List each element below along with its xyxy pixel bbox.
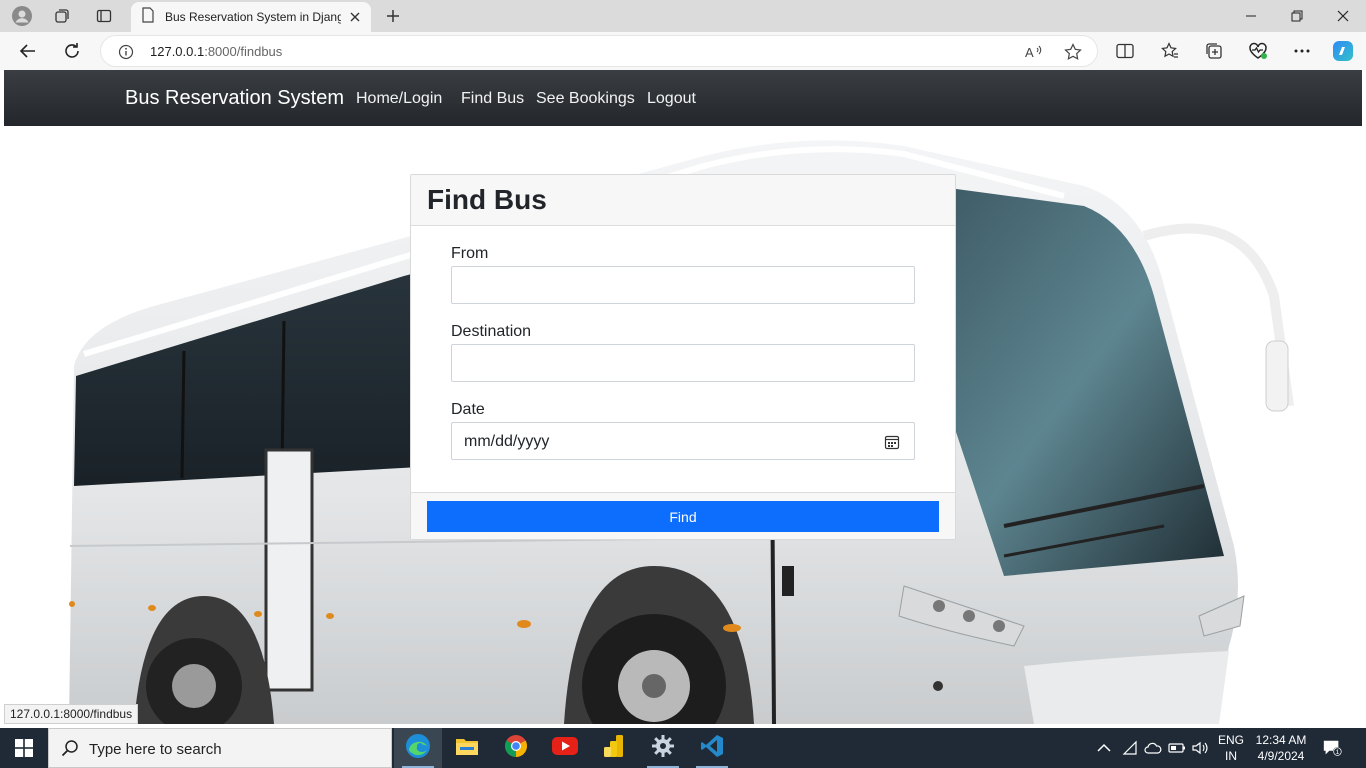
taskbar-vscode[interactable] bbox=[688, 728, 736, 768]
notifications-icon[interactable]: 1 bbox=[1322, 738, 1342, 758]
chevron-up-icon[interactable] bbox=[1094, 738, 1114, 758]
site-brand[interactable]: Bus Reservation System bbox=[125, 87, 344, 110]
page-title: Find Bus bbox=[427, 184, 547, 215]
info-icon[interactable] bbox=[115, 41, 137, 63]
nav-link-see-bookings[interactable]: See Bookings bbox=[536, 90, 635, 108]
volume-icon[interactable] bbox=[1191, 738, 1211, 758]
youtube-icon bbox=[552, 736, 578, 760]
new-tab-button[interactable] bbox=[380, 4, 406, 28]
calendar-icon[interactable] bbox=[884, 434, 900, 450]
page-icon bbox=[141, 6, 155, 28]
back-arrow-icon[interactable] bbox=[14, 37, 42, 65]
find-bus-card: Find Bus From Destination Date mm/dd/yyy… bbox=[410, 174, 956, 540]
url-path: :8000/findbus bbox=[204, 44, 283, 59]
site-navbar: Bus Reservation System Home/Login Find B… bbox=[4, 70, 1362, 126]
notification-count: 1 bbox=[1336, 749, 1340, 756]
edge-icon bbox=[405, 733, 431, 764]
gear-icon bbox=[651, 734, 675, 763]
favorites-icon[interactable] bbox=[1156, 37, 1184, 65]
address-bar[interactable]: 127.0.0.1:8000/findbus A bbox=[100, 35, 1098, 67]
collections-icon[interactable] bbox=[1200, 37, 1228, 65]
browser-toolbar: 127.0.0.1:8000/findbus A bbox=[0, 32, 1366, 70]
taskbar-file-explorer[interactable] bbox=[443, 728, 491, 768]
nav-link-logout[interactable]: Logout bbox=[647, 90, 696, 108]
find-button[interactable]: Find bbox=[427, 501, 939, 532]
minimize-icon[interactable] bbox=[1228, 0, 1274, 32]
destination-input[interactable] bbox=[451, 344, 915, 382]
page-viewport: Bus Reservation System Home/Login Find B… bbox=[4, 70, 1362, 724]
taskbar-search[interactable]: Type here to search bbox=[48, 728, 392, 768]
tab-title: Bus Reservation System in Django bbox=[165, 10, 341, 24]
card-footer: Find bbox=[411, 492, 955, 539]
split-screen-icon[interactable] bbox=[1111, 37, 1139, 65]
search-icon bbox=[61, 739, 79, 762]
close-tab-icon[interactable] bbox=[347, 9, 363, 25]
chrome-icon bbox=[504, 734, 528, 763]
nav-link-find-bus[interactable]: Find Bus bbox=[461, 90, 524, 108]
read-aloud-icon[interactable]: A bbox=[1023, 41, 1045, 63]
cloud-icon[interactable] bbox=[1143, 738, 1163, 758]
tab-actions-icon[interactable] bbox=[90, 4, 118, 28]
clock-time: 12:34 AM bbox=[1255, 733, 1307, 747]
taskbar-edge[interactable] bbox=[394, 728, 442, 768]
date-input[interactable]: mm/dd/yyyy bbox=[451, 422, 915, 460]
clock-date: 4/9/2024 bbox=[1257, 749, 1305, 763]
taskbar-power-bi[interactable] bbox=[590, 728, 638, 768]
url-host: 127.0.0.1 bbox=[150, 44, 205, 59]
power-bi-icon bbox=[603, 734, 625, 763]
status-bar-url: 127.0.0.1:8000/findbus bbox=[4, 704, 139, 724]
taskbar-chrome[interactable] bbox=[492, 728, 540, 768]
windows-taskbar: Type here to search ENG IN 12:34 AM 4/9/… bbox=[0, 728, 1366, 768]
card-header: Find Bus bbox=[411, 175, 955, 226]
workspaces-icon[interactable] bbox=[48, 4, 76, 28]
input-language[interactable]: ENG IN bbox=[1216, 732, 1246, 764]
more-options-icon[interactable] bbox=[1288, 37, 1316, 65]
date-label: Date bbox=[451, 401, 485, 418]
taskbar-youtube[interactable] bbox=[541, 728, 589, 768]
taskbar-settings[interactable] bbox=[639, 728, 687, 768]
profile-icon[interactable] bbox=[8, 4, 36, 28]
system-clock[interactable]: 12:34 AM 4/9/2024 bbox=[1254, 732, 1308, 764]
folder-icon bbox=[455, 736, 479, 761]
tab-active[interactable]: Bus Reservation System in Django bbox=[131, 2, 371, 32]
nav-link-home-login[interactable]: Home/Login bbox=[356, 90, 442, 108]
svg-text:A: A bbox=[1025, 45, 1034, 60]
refresh-icon[interactable] bbox=[58, 37, 86, 65]
url-text: 127.0.0.1:8000/findbus bbox=[150, 44, 282, 59]
destination-label: Destination bbox=[451, 323, 532, 340]
from-input[interactable] bbox=[451, 266, 915, 304]
vscode-icon bbox=[700, 734, 724, 763]
favorite-star-icon[interactable] bbox=[1062, 41, 1084, 63]
restore-icon[interactable] bbox=[1274, 0, 1320, 32]
close-window-icon[interactable] bbox=[1320, 0, 1366, 32]
language-code: ENG bbox=[1217, 733, 1244, 747]
search-placeholder: Type here to search bbox=[89, 741, 222, 758]
browser-tab-strip: Bus Reservation System in Django bbox=[0, 0, 1366, 32]
region-code: IN bbox=[1225, 749, 1237, 763]
browser-essentials-icon[interactable] bbox=[1244, 37, 1272, 65]
windows-start-icon[interactable] bbox=[0, 728, 48, 768]
battery-icon[interactable] bbox=[1167, 738, 1187, 758]
date-placeholder: mm/dd/yyyy bbox=[464, 433, 550, 450]
copilot-icon[interactable] bbox=[1329, 37, 1357, 65]
network-icon[interactable] bbox=[1120, 738, 1140, 758]
from-label: From bbox=[451, 245, 489, 262]
